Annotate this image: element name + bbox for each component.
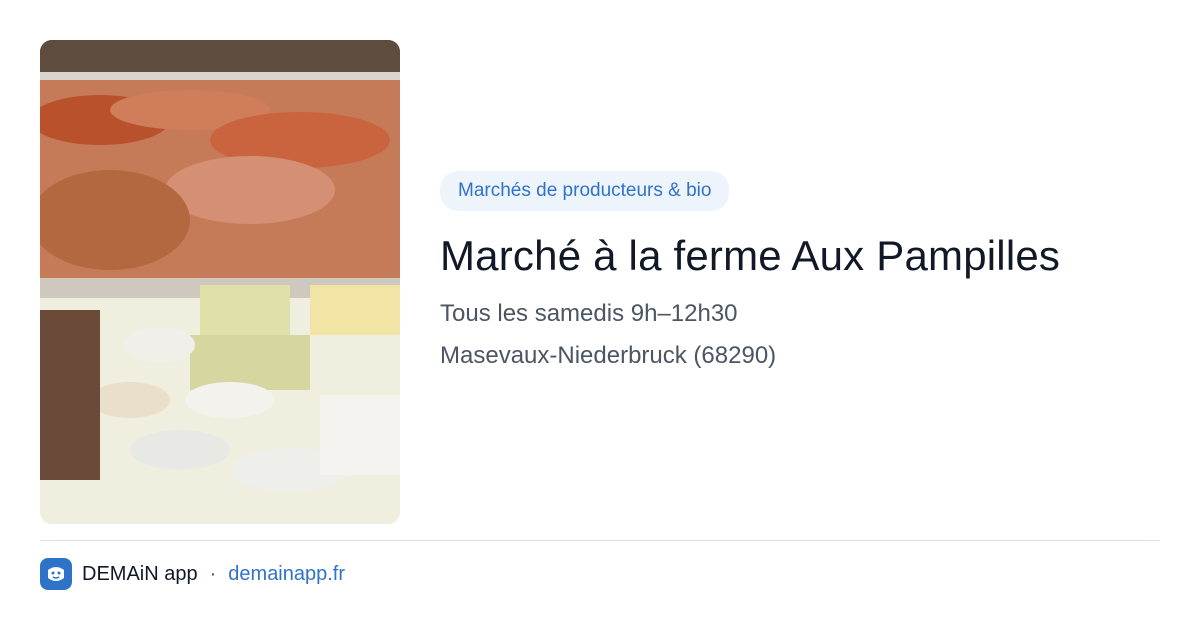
market-details: Marchés de producteurs & bio Marché à la… bbox=[440, 171, 1160, 371]
schedule-text: Tous les samedis 9h–12h30 bbox=[440, 300, 738, 327]
category-tag[interactable]: Marchés de producteurs & bio bbox=[440, 171, 730, 211]
market-title: Marché à la ferme Aux Pampilles bbox=[440, 232, 1061, 279]
market-photo bbox=[40, 40, 400, 524]
location-text: Masevaux-Niederbruck (68290) bbox=[440, 342, 777, 369]
footer: DEMAiN app · demainapp.fr bbox=[40, 557, 345, 591]
demain-app-icon bbox=[40, 558, 72, 590]
footer-divider bbox=[40, 540, 1160, 541]
domain-link[interactable]: demainapp.fr bbox=[228, 563, 345, 586]
demain-app-icon-glyph bbox=[48, 567, 64, 581]
footer-separator: · bbox=[209, 562, 217, 585]
brand-name: DEMAiN app bbox=[82, 562, 198, 585]
market-photo-illustration bbox=[40, 40, 400, 524]
